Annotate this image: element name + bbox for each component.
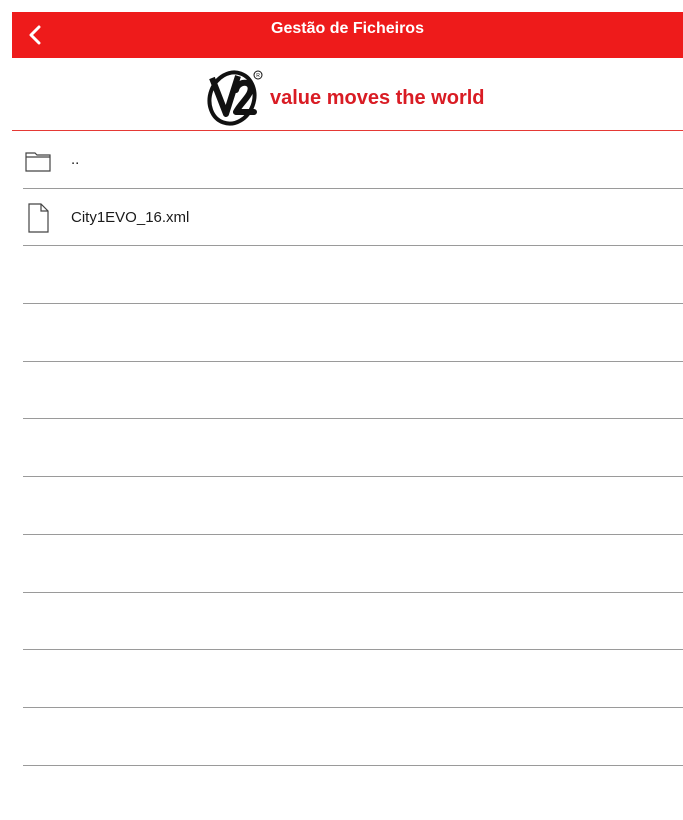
logo-banner: R value moves the world xyxy=(12,58,683,130)
list-item-empty xyxy=(23,535,683,593)
top-bar: Gestão de Ficheiros xyxy=(12,12,683,58)
document-icon xyxy=(28,203,49,233)
list-item-empty xyxy=(23,362,683,420)
list-item-empty xyxy=(23,593,683,651)
list-item-empty xyxy=(23,246,683,305)
v2-logo-icon: R xyxy=(207,70,263,126)
list-item-parent-folder[interactable]: .. xyxy=(23,131,683,189)
list-item-file[interactable]: City1EVO_16.xml xyxy=(23,189,683,247)
file-name: .. xyxy=(71,151,80,168)
list-item-empty xyxy=(23,419,683,478)
list-item-empty xyxy=(23,477,683,535)
list-item-empty xyxy=(23,650,683,708)
page-title: Gestão de Ficheiros xyxy=(271,20,424,37)
file-list: .. City1EVO_16.xml xyxy=(23,131,683,766)
folder-icon xyxy=(25,152,51,172)
brand-logo: R value moves the world xyxy=(198,66,485,126)
svg-text:R: R xyxy=(256,73,260,79)
list-item-empty xyxy=(23,708,683,766)
list-item-empty xyxy=(23,304,683,362)
file-name: City1EVO_16.xml xyxy=(71,208,190,226)
brand-tagline: value moves the world xyxy=(270,86,485,109)
